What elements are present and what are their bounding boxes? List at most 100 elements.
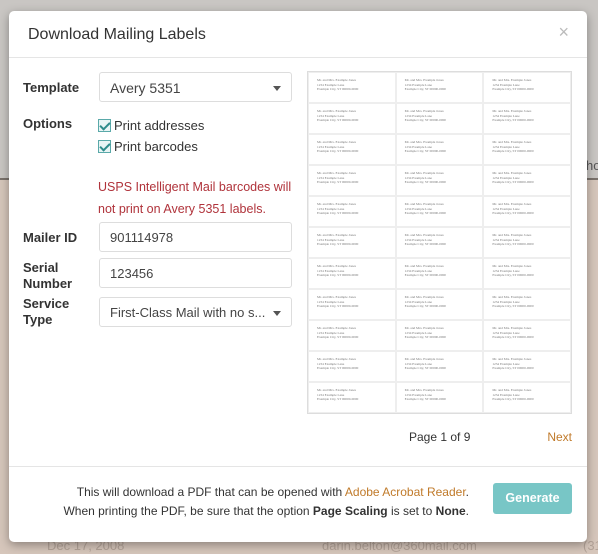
label-preview-cell: Mr. and Mrs. Example Jones 1234 Example L… (396, 73, 483, 102)
label-preview-cell: Mr. and Mrs. Example Jones 1234 Example L… (396, 166, 483, 195)
label-preview-cell: Mr. and Mrs. Example Jones 1234 Example L… (396, 197, 483, 226)
label-line: Example City, ST 00000-0000 (492, 149, 534, 153)
label-preview-cell: Mr. and Mrs. Example Jones 1234 Example L… (396, 352, 483, 381)
label-preview-cell: Mr. and Mrs. Example Jones 1234 Example L… (309, 197, 395, 226)
label-line: Example City, ST 00000-0000 (404, 273, 447, 277)
label-line: Example City, ST 00000-0000 (404, 180, 447, 184)
service-type-label: Service Type (23, 296, 70, 327)
label-line: Example City, ST 00000-0000 (404, 211, 447, 215)
page-indicator: Page 1 of 9 (409, 430, 471, 444)
label-preview-cell: Mr. and Mrs. Example Jones 1234 Example L… (309, 290, 395, 319)
label-preview-cell: Mr. and Mrs. Example Jones 1234 Example L… (484, 259, 570, 288)
label-line: Example City, ST 00000-0000 (492, 211, 534, 215)
service-type-select[interactable]: First-Class Mail with no s... (99, 297, 292, 327)
chevron-down-icon (273, 86, 281, 91)
label-preview-cell: Mr. and Mrs. Example Jones 1234 Example L… (309, 104, 395, 133)
modal-footer: This will download a PDF that can be ope… (9, 466, 587, 542)
label-line: Example City, ST 00000-0000 (317, 180, 359, 184)
label-line: Example City, ST 00000-0000 (492, 273, 534, 277)
modal-title: Download Mailing Labels (28, 26, 206, 43)
label-line: Example City, ST 00000-0000 (492, 304, 534, 308)
label-line: Example City, ST 00000-0000 (317, 397, 359, 401)
label-line: Example City, ST 00000-0000 (317, 242, 359, 246)
background-column-header: ho (586, 158, 598, 173)
label-preview-cell: Mr. and Mrs. Example Jones 1234 Example L… (309, 135, 395, 164)
label-preview-cell: Mr. and Mrs. Example Jones 1234 Example L… (396, 135, 483, 164)
label-line: Example City, ST 00000-0000 (404, 149, 447, 153)
label-preview-cell: Mr. and Mrs. Example Jones 1234 Example L… (309, 166, 395, 195)
label-line: Example City, ST 00000-0000 (404, 366, 447, 370)
none-text: None (435, 504, 466, 518)
label-line: Example City, ST 00000-0000 (404, 87, 447, 91)
label-line: Example City, ST 00000-0000 (317, 211, 359, 215)
label-preview-cell: Mr. and Mrs. Example Jones 1234 Example L… (396, 228, 483, 257)
label-line: Example City, ST 00000-0000 (317, 366, 359, 370)
barcode-warning: USPS Intelligent Mail barcodes will not … (98, 180, 292, 216)
options-label: Options (23, 116, 73, 131)
print-barcodes-checkbox[interactable]: Print barcodes (98, 139, 198, 154)
label-preview-sheet: Mr. and Mrs. Example Jones 1234 Example L… (307, 71, 572, 414)
label-preview-cell: Mr. and Mrs. Example Jones 1234 Example L… (309, 383, 395, 412)
label-preview-cell: Mr. and Mrs. Example Jones 1234 Example L… (309, 321, 395, 350)
label-preview-cell: Mr. and Mrs. Example Jones 1234 Example L… (484, 197, 570, 226)
close-icon[interactable]: × (558, 22, 569, 43)
label-line: Example City, ST 00000-0000 (317, 335, 359, 339)
label-line: Example City, ST 00000-0000 (492, 397, 534, 401)
label-preview-cell: Mr. and Mrs. Example Jones 1234 Example L… (484, 135, 570, 164)
label-preview-cell: Mr. and Mrs. Example Jones 1234 Example L… (484, 104, 570, 133)
label-preview-cell: Mr. and Mrs. Example Jones 1234 Example L… (484, 73, 570, 102)
label-line: Example City, ST 00000-0000 (492, 366, 534, 370)
label-line: Example City, ST 00000-0000 (317, 304, 359, 308)
label-line: Example City, ST 00000-0000 (317, 87, 359, 91)
label-preview-cell: Mr. and Mrs. Example Jones 1234 Example L… (396, 104, 483, 133)
mailer-id-input[interactable]: 901114978 (99, 222, 292, 252)
label-preview-cell: Mr. and Mrs. Example Jones 1234 Example L… (396, 290, 483, 319)
label-preview-cell: Mr. and Mrs. Example Jones 1234 Example L… (396, 259, 483, 288)
template-label: Template (23, 80, 80, 95)
print-addresses-label: Print addresses (114, 118, 205, 133)
label-line: Example City, ST 00000-0000 (404, 335, 447, 339)
label-preview-cell: Mr. and Mrs. Example Jones 1234 Example L… (484, 352, 570, 381)
label-line: Example City, ST 00000-0000 (492, 180, 534, 184)
footer-text: When printing the PDF, be sure that the … (63, 504, 313, 518)
label-line: Example City, ST 00000-0000 (492, 87, 534, 91)
label-preview-cell: Mr. and Mrs. Example Jones 1234 Example L… (396, 321, 483, 350)
label-preview-cell: Mr. and Mrs. Example Jones 1234 Example L… (484, 290, 570, 319)
label-preview-cell: Mr. and Mrs. Example Jones 1234 Example L… (309, 73, 395, 102)
label-preview-cell: Mr. and Mrs. Example Jones 1234 Example L… (309, 352, 395, 381)
modal-header: Download Mailing Labels × (9, 11, 587, 58)
template-select[interactable]: Avery 5351 (99, 72, 292, 102)
label-preview-cell: Mr. and Mrs. Example Jones 1234 Example L… (484, 228, 570, 257)
print-barcodes-label: Print barcodes (114, 139, 198, 154)
generate-button[interactable]: Generate (493, 483, 572, 514)
label-line: Example City, ST 00000-0000 (404, 304, 447, 308)
label-line: Example City, ST 00000-0000 (492, 335, 534, 339)
label-preview-cell: Mr. and Mrs. Example Jones 1234 Example L… (484, 383, 570, 412)
footer-text: This will download a PDF that can be ope… (76, 485, 345, 499)
label-preview-cell: Mr. and Mrs. Example Jones 1234 Example L… (396, 383, 483, 412)
serial-number-input[interactable]: 123456 (99, 258, 292, 288)
service-type-value: First-Class Mail with no s... (110, 305, 266, 320)
label-line: Example City, ST 00000-0000 (317, 118, 359, 122)
chevron-down-icon (273, 311, 281, 316)
label-line: Example City, ST 00000-0000 (404, 242, 447, 246)
mailer-id-label: Mailer ID (23, 230, 78, 245)
label-preview-cell: Mr. and Mrs. Example Jones 1234 Example L… (484, 166, 570, 195)
label-line: Example City, ST 00000-0000 (492, 118, 534, 122)
template-value: Avery 5351 (110, 80, 181, 96)
label-line: Example City, ST 00000-0000 (404, 118, 447, 122)
footer-text: . (465, 504, 469, 518)
page-scaling-text: Page Scaling (312, 504, 388, 518)
acrobat-reader-link[interactable]: Adobe Acrobat Reader (345, 485, 466, 499)
footer-text: . (465, 485, 469, 499)
label-line: Example City, ST 00000-0000 (492, 242, 534, 246)
next-page-link[interactable]: Next (547, 430, 572, 444)
label-preview-cell: Mr. and Mrs. Example Jones 1234 Example L… (309, 259, 395, 288)
label-preview-cell: Mr. and Mrs. Example Jones 1234 Example L… (309, 228, 395, 257)
footer-text: is set to (387, 504, 436, 518)
print-addresses-checkbox[interactable]: Print addresses (98, 118, 204, 133)
serial-number-label: Serial Number (23, 260, 73, 291)
label-line: Example City, ST 00000-0000 (317, 149, 359, 153)
label-line: Example City, ST 00000-0000 (404, 397, 447, 401)
label-preview-cell: Mr. and Mrs. Example Jones 1234 Example L… (484, 321, 570, 350)
